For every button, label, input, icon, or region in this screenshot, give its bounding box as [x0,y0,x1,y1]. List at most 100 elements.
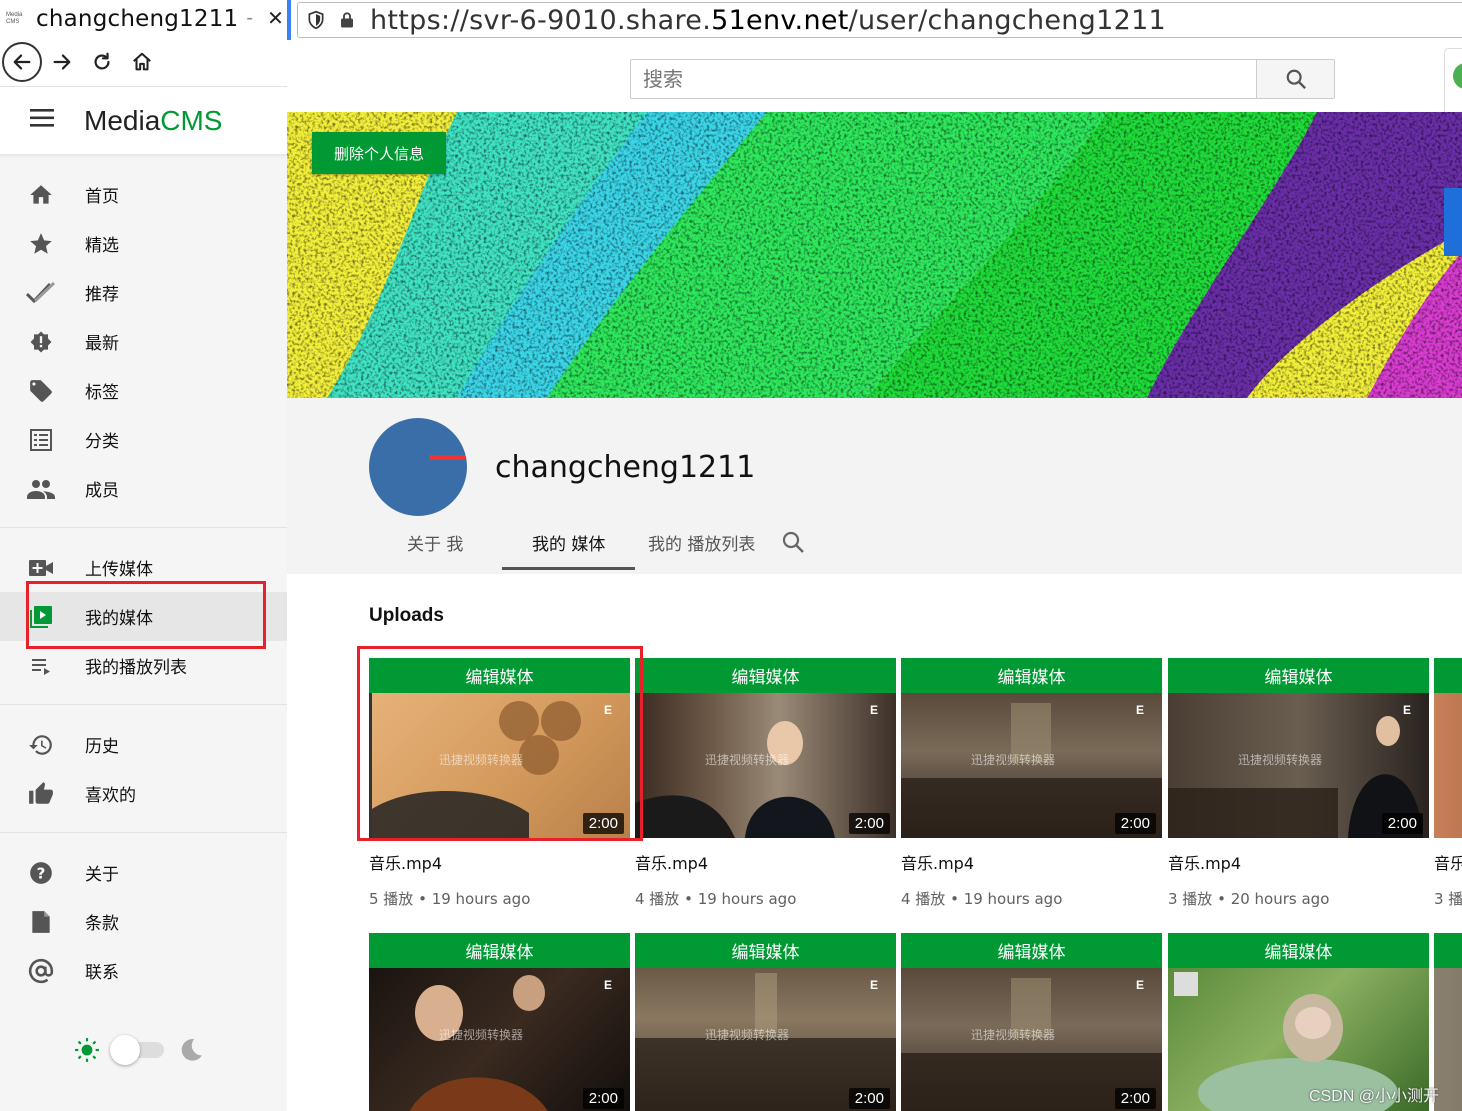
sidebar-item-latest[interactable]: 最新 [0,317,287,366]
video-watermark: 迅捷视频转换器 [971,1028,1056,1042]
sidebar-item-terms[interactable]: 条款 [0,897,287,946]
video-add-icon [26,553,56,583]
edit-media-button[interactable]: 编辑媒体 [369,933,630,968]
home-button[interactable] [122,42,162,82]
house-icon [133,52,151,70]
sidebar-item-label: 喜欢的 [85,786,136,806]
media-card: 音乐.mp4 3 播放 • 20 hours ago [1434,658,1462,909]
tab-close-icon[interactable]: ✕ [267,6,284,31]
media-thumbnail[interactable]: 迅捷视频转换器 E 2:00 [901,693,1162,838]
edit-media-button[interactable]: 编辑媒体 [1168,933,1429,968]
sidebar-item-history[interactable]: 历史 [0,720,287,769]
edit-media-button[interactable]: 编辑媒体 [635,658,896,693]
sidebar: MediaCMS 首页 精选 推荐 最新 标签 分类 成员 上传媒体 我的媒体 [0,87,287,1111]
sidebar-item-featured[interactable]: 精选 [0,219,287,268]
arrow-left-icon [13,53,31,70]
theme-toggle[interactable] [74,1035,204,1065]
url-host: 51env.net [711,4,849,36]
media-thumbnail[interactable]: 迅捷视频转换器 E 2:00 [1168,693,1429,838]
media-thumbnail[interactable]: 迅捷视频转换器 E 2:00 [369,693,630,838]
search-input[interactable] [631,60,1256,98]
search-button[interactable] [1256,60,1334,98]
browser-tab[interactable]: Media CMS changcheng1211 - ✕ [0,0,287,37]
profile-search-button[interactable] [781,530,805,559]
tab-about-me[interactable]: 关于 我 [407,530,463,555]
sidebar-item-about[interactable]: ? 关于 [0,848,287,897]
csdn-watermark: CSDN @小小测开 [1309,1088,1440,1105]
profile-username: changcheng1211 [495,450,756,485]
media-title[interactable]: 音乐.mp4 [369,850,630,874]
media-thumbnail[interactable] [1434,693,1462,838]
thumb-up-icon [26,779,56,809]
quality-badge: E [1135,703,1144,717]
uploads-section: Uploads 编辑媒体 迅捷视频转换器 E 2:00 音乐.mp4 5 播放 … [287,574,1462,1111]
url-prefix: https://svr-6-9010.share. [370,4,712,36]
sidebar-item-upload-media[interactable]: 上传媒体 [0,543,287,592]
delete-profile-button[interactable]: 删除个人信息 [312,132,446,174]
main-content: 删除个人信息 changcheng1211 关于 我 我的 媒体 我的 播放列表… [287,40,1462,1111]
search-icon [1286,69,1306,90]
reload-icon [94,52,110,70]
media-title[interactable]: 音乐.mp4 [1434,850,1462,874]
sidebar-item-tags[interactable]: 标签 [0,366,287,415]
edit-media-button[interactable]: 编辑媒体 [369,658,630,693]
edit-media-button[interactable] [1434,933,1462,968]
sidebar-item-label: 精选 [85,236,119,256]
sidebar-item-label: 关于 [85,865,119,885]
media-card: 编辑媒体 迅捷视频转换器 E 2:00 [369,933,630,1111]
duration-badge: 2:00 [1114,1088,1156,1109]
sidebar-item-members[interactable]: 成员 [0,464,287,513]
video-watermark: 迅捷视频转换器 [439,1028,524,1042]
sidebar-item-label: 条款 [85,914,119,934]
edit-media-button[interactable] [1434,658,1462,693]
edit-media-button[interactable]: 编辑媒体 [901,933,1162,968]
address-bar-area: https://svr-6-9010.share.51env.net/user/… [287,0,1462,40]
media-card: 编辑媒体 迅捷视频转换器 E 2:00 音乐.mp4 5 播放 • 19 hou… [369,658,630,909]
sidebar-item-home[interactable]: 首页 [0,170,287,219]
media-card: 编辑媒体 迅捷视频转换器 E 2:00 音乐.mp4 3 播放 • 20 hou… [1168,658,1429,909]
sidebar-item-categories[interactable]: 分类 [0,415,287,464]
edit-media-button[interactable]: 编辑媒体 [1168,658,1429,693]
svg-text:?: ? [37,864,46,882]
tab-my-media[interactable]: 我的 媒体 [532,530,605,555]
edit-media-button[interactable]: 编辑媒体 [901,658,1162,693]
playlist-icon [26,651,56,681]
media-thumbnail[interactable]: 迅捷视频转换器 E 2:00 [635,968,896,1111]
favicon-text: Media CMS [6,11,23,25]
sidebar-divider [0,704,287,705]
toggle-switch[interactable] [110,1035,164,1065]
sidebar-item-recommended[interactable]: 推荐 [0,268,287,317]
media-card: 编辑媒体 迅捷视频转换器 E 2:00 [901,933,1162,1111]
reload-button[interactable] [82,42,122,82]
tag-icon [26,376,56,406]
forward-button[interactable] [42,42,82,82]
menu-button[interactable] [30,109,54,132]
sidebar-item-label: 推荐 [85,285,119,305]
address-bar[interactable]: https://svr-6-9010.share.51env.net/user/… [297,2,1462,38]
media-thumbnail[interactable]: 迅捷视频转换器 E 2:00 [635,693,896,838]
sidebar-item-label: 联系 [85,963,119,983]
sidebar-item-contact[interactable]: 联系 [0,946,287,995]
media-title[interactable]: 音乐.mp4 [1168,850,1429,874]
sidebar-item-label: 首页 [85,187,119,207]
tab-my-playlists[interactable]: 我的 播放列表 [648,530,755,555]
sidebar-header: MediaCMS [0,87,287,155]
media-card: 编辑媒体 迅捷视频转换器 E 2:00 [635,933,896,1111]
sidebar-item-liked[interactable]: 喜欢的 [0,769,287,818]
banner-image [287,112,1462,398]
media-title[interactable]: 音乐.mp4 [901,850,1162,874]
media-card: 编辑媒体 迅捷视频转换器 E 2:00 音乐.mp4 4 播放 • 19 hou… [901,658,1162,909]
media-meta: 4 播放 • 19 hours ago [635,890,797,908]
logo[interactable]: MediaCMS [84,105,223,137]
media-meta: 4 播放 • 19 hours ago [901,890,1063,908]
media-thumbnail[interactable]: 迅捷视频转换器 E 2:00 [901,968,1162,1111]
back-button[interactable] [2,41,42,82]
tab-title: changcheng1211 [36,5,239,32]
favicon-icon: Media CMS [6,6,32,32]
sidebar-item-my-media[interactable]: 我的媒体 [0,592,287,641]
sidebar-item-my-playlists[interactable]: 我的播放列表 [0,641,287,690]
media-title[interactable]: 音乐.mp4 [635,850,896,874]
media-thumbnail[interactable]: 迅捷视频转换器 E 2:00 [369,968,630,1111]
media-meta: 3 播放 • 20 hours ago [1168,890,1330,908]
edit-media-button[interactable]: 编辑媒体 [635,933,896,968]
